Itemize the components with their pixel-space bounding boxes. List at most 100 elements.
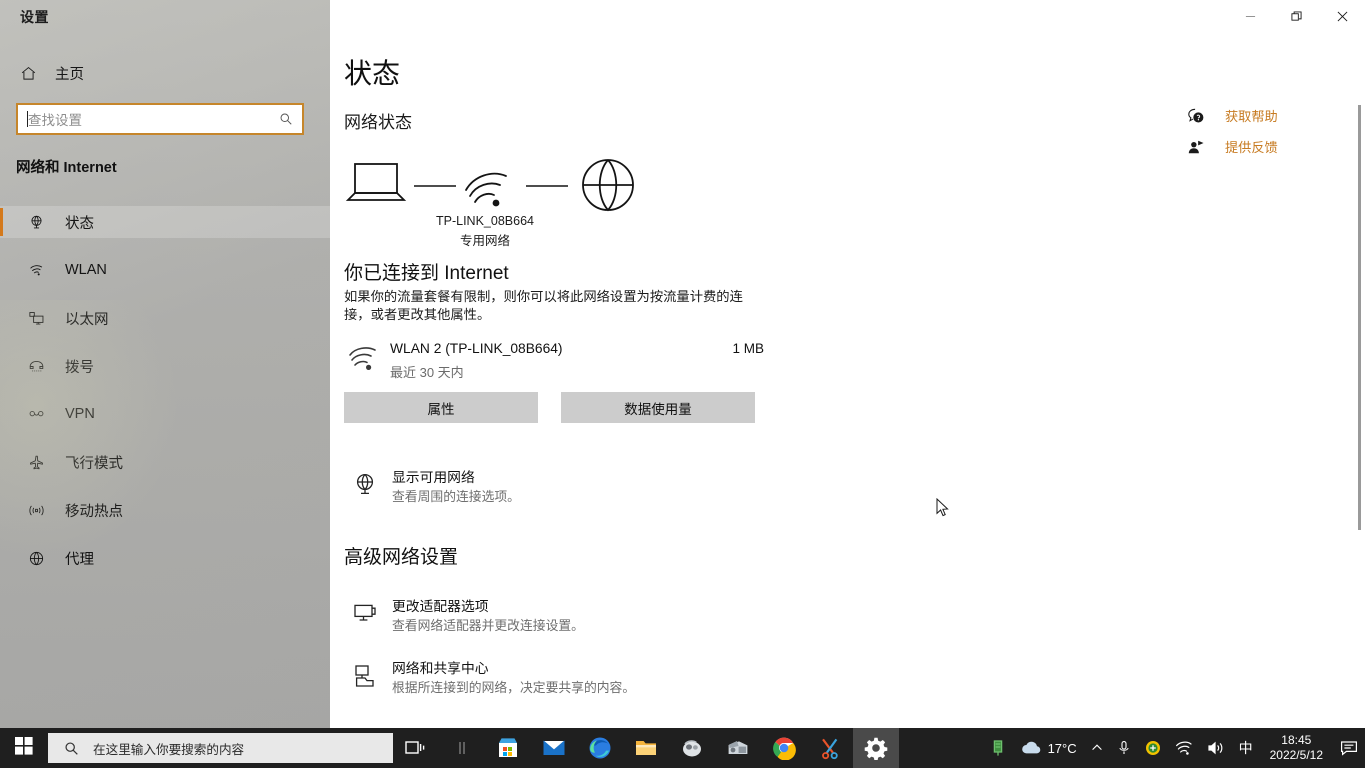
minimize-button[interactable] <box>1227 0 1273 32</box>
sidebar-item-home[interactable]: 主页 <box>10 58 320 88</box>
settings-gear-icon[interactable] <box>853 728 899 768</box>
show-networks-title: 显示可用网络 <box>392 470 475 485</box>
sidebar-item-wlan[interactable]: WLAN <box>0 254 330 286</box>
sidebar-item-label: VPN <box>65 406 95 422</box>
feedback-person-icon <box>1187 138 1205 156</box>
change-adapter-options-row[interactable]: 更改适配器选项 查看网络适配器并更改连接设置。 <box>344 595 774 637</box>
sidebar-item-mobile-hotspot[interactable]: 移动热点 <box>0 494 330 526</box>
taskbar-apps <box>393 728 899 768</box>
vertical-scrollbar[interactable] <box>1358 105 1361 530</box>
help-link-label: 获取帮助 <box>1225 109 1278 124</box>
restore-button[interactable] <box>1273 0 1319 32</box>
sidebar-item-dialup[interactable]: 拨号 <box>0 350 330 382</box>
search-placeholder: 查找设置 <box>28 113 82 128</box>
network-sharing-center-row[interactable]: 网络和共享中心 根据所连接到的网络，决定要共享的内容。 <box>344 657 774 699</box>
taskbar-search-box[interactable]: 在这里输入你要搜索的内容 <box>48 733 393 763</box>
globe-icon <box>582 159 634 212</box>
system-tray: 17°C 中 18:45 2022/5/12 <box>983 728 1365 768</box>
wifi-icon <box>28 262 45 279</box>
windows-start-icon <box>15 736 33 760</box>
app-title: 设置 <box>20 9 49 25</box>
vpn-icon <box>28 406 45 423</box>
network-diagram: TP-LINK_08B664 专用网络 <box>340 152 670 248</box>
laptop-icon <box>345 163 407 201</box>
help-link-label: 提供反馈 <box>1225 140 1278 155</box>
get-help-link[interactable]: 获取帮助 <box>1187 100 1327 131</box>
chevron-up-icon[interactable] <box>1084 728 1110 768</box>
properties-button[interactable]: 属性 <box>344 392 538 423</box>
page-title: 状态 <box>344 58 401 89</box>
give-feedback-link[interactable]: 提供反馈 <box>1187 131 1327 162</box>
sharing-center-icon <box>352 663 378 689</box>
search-icon <box>64 741 79 756</box>
wifi-icon <box>348 346 378 372</box>
window-controls <box>1227 0 1365 32</box>
app-icon-1[interactable] <box>669 728 715 768</box>
ethernet-icon <box>28 310 45 327</box>
sidebar-item-ethernet[interactable]: 以太网 <box>0 302 330 334</box>
sidebar-category-title: 网络和 Internet <box>16 160 117 176</box>
diagram-network-type: 专用网络 <box>459 234 510 248</box>
volume-icon[interactable] <box>1200 728 1232 768</box>
microsoft-edge-icon[interactable] <box>577 728 623 768</box>
file-explorer-icon[interactable] <box>623 728 669 768</box>
usb-icon[interactable] <box>983 728 1013 768</box>
sidebar-item-label: WLAN <box>65 262 107 278</box>
sidebar-item-label: 飞行模式 <box>65 455 123 472</box>
taskbar-separator-icon <box>439 728 485 768</box>
clock[interactable]: 18:45 2022/5/12 <box>1260 733 1333 763</box>
wifi-signal-icon <box>465 172 507 207</box>
start-button[interactable] <box>0 728 48 768</box>
security-shield-icon[interactable] <box>1138 728 1168 768</box>
question-bubble-icon <box>1187 107 1205 125</box>
data-usage-button[interactable]: 数据使用量 <box>561 392 755 423</box>
mobile-hotspot-icon <box>28 502 45 519</box>
advanced-settings-heading: 高级网络设置 <box>344 547 459 568</box>
adapter-usage-row: WLAN 2 (TP-LINK_08B664) 最近 30 天内 1 MB <box>344 338 764 380</box>
search-input[interactable]: 查找设置 <box>16 103 304 135</box>
show-available-networks-row[interactable]: 显示可用网络 查看周围的连接选项。 <box>344 466 774 508</box>
advanced-item-subtitle: 根据所连接到的网络，决定要共享的内容。 <box>392 680 636 695</box>
sidebar-item-label: 拨号 <box>65 359 94 376</box>
dialup-phone-icon <box>28 358 45 375</box>
temperature-label: 17°C <box>1047 740 1077 756</box>
app-icon-2[interactable] <box>715 728 761 768</box>
sidebar-nav: 状态 WLAN 以太网 拨号 VPN 飞行模式 移动热点 代理 <box>0 206 330 590</box>
taskbar-search-placeholder: 在这里输入你要搜索的内容 <box>93 742 245 757</box>
help-links: 获取帮助 提供反馈 <box>1187 100 1327 162</box>
network-status-heading: 网络状态 <box>344 113 412 132</box>
ime-label: 中 <box>1238 740 1253 756</box>
weather-widget[interactable]: 17°C <box>1013 728 1084 768</box>
ime-indicator[interactable]: 中 <box>1232 728 1260 768</box>
sidebar-item-label: 状态 <box>65 215 94 232</box>
clock-date: 2022/5/12 <box>1269 748 1323 762</box>
settings-window: 设置 主页 查找设置 网络和 Internet 状态 WLAN 以太网 拨号 V… <box>0 0 1365 768</box>
google-chrome-icon[interactable] <box>761 728 807 768</box>
sidebar-item-airplane-mode[interactable]: 飞行模式 <box>0 446 330 478</box>
wifi-icon[interactable] <box>1168 728 1200 768</box>
advanced-item-title: 更改适配器选项 <box>392 599 489 614</box>
sidebar-item-status[interactable]: 状态 <box>0 206 330 238</box>
task-view-button[interactable] <box>393 728 439 768</box>
sidebar-item-vpn[interactable]: VPN <box>0 398 330 430</box>
mouse-cursor <box>936 497 950 518</box>
microphone-icon[interactable] <box>1110 728 1138 768</box>
airplane-icon <box>28 454 45 471</box>
sidebar-item-label: 移动热点 <box>65 503 123 520</box>
notification-icon[interactable] <box>1333 728 1365 768</box>
sidebar: 设置 主页 查找设置 网络和 Internet 状态 WLAN 以太网 拨号 V… <box>0 0 330 728</box>
snipping-tool-icon[interactable] <box>807 728 853 768</box>
show-networks-subtitle: 查看周围的连接选项。 <box>392 489 520 504</box>
globe-network-icon <box>352 472 378 498</box>
mail-icon[interactable] <box>531 728 577 768</box>
clock-time: 18:45 <box>1281 733 1312 747</box>
connected-description: 如果你的流量套餐有限制，则你可以将此网络设置为按流量计费的连接，或者更改其他属性… <box>344 289 743 322</box>
diagram-network-name: TP-LINK_08B664 <box>436 214 534 228</box>
microsoft-store-icon[interactable] <box>485 728 531 768</box>
close-button[interactable] <box>1319 0 1365 32</box>
advanced-item-subtitle: 查看网络适配器并更改连接设置。 <box>392 618 584 633</box>
sidebar-item-proxy[interactable]: 代理 <box>0 542 330 574</box>
adapter-monitor-icon <box>352 601 378 627</box>
proxy-globe-icon <box>28 550 45 567</box>
connected-heading: 你已连接到 Internet <box>344 263 509 284</box>
